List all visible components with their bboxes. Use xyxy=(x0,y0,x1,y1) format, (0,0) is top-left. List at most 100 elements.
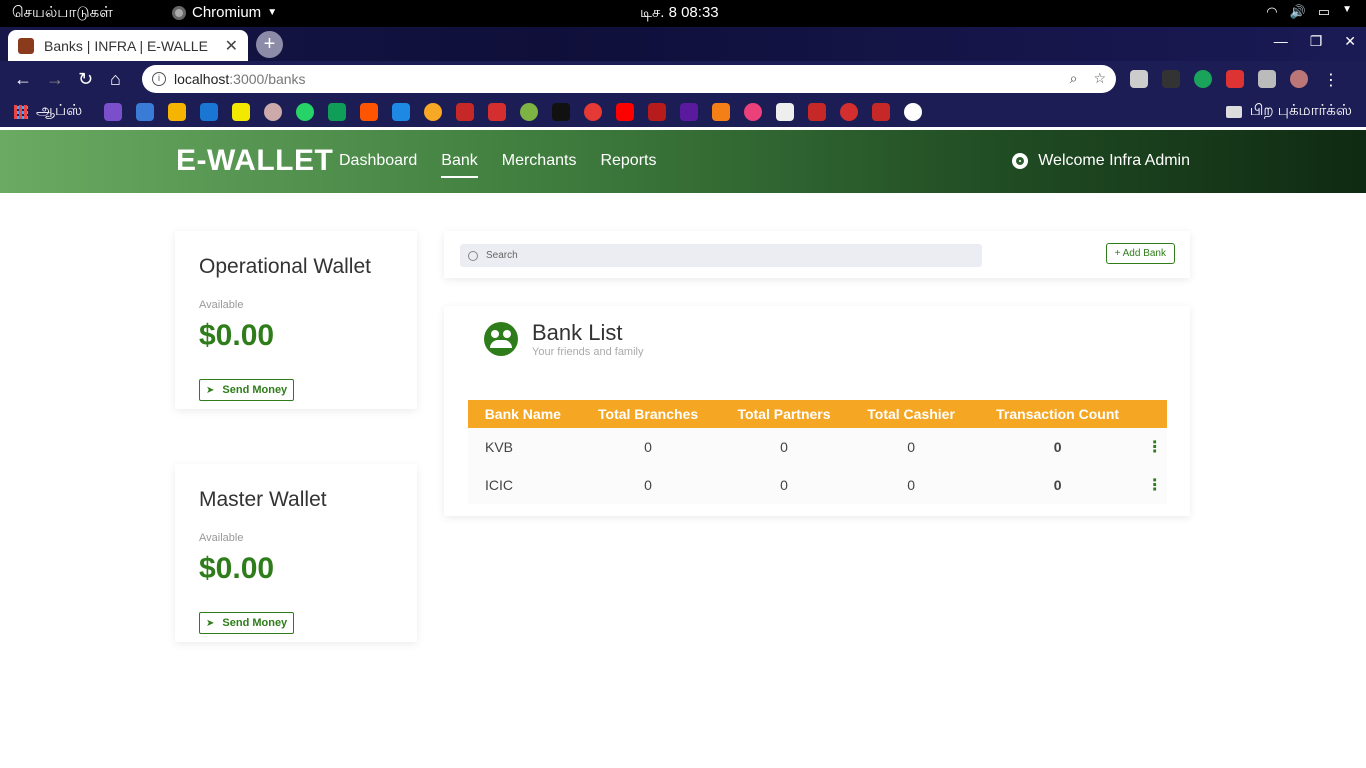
bookmark-icon[interactable] xyxy=(264,103,282,121)
activities-button[interactable]: செயல்பாடுகள் xyxy=(12,4,113,23)
close-tab-icon[interactable]: ✕ xyxy=(225,36,238,56)
home-icon[interactable]: ⌂ xyxy=(110,69,121,90)
soundcloud-icon[interactable] xyxy=(360,103,378,121)
bookmark-icon[interactable] xyxy=(776,103,794,121)
user-menu[interactable]: Welcome Infra Admin xyxy=(1012,152,1190,170)
apps-shortcut[interactable]: ஆப்ஸ் xyxy=(14,102,82,121)
more-vert-icon[interactable]: ⋮ xyxy=(1147,440,1163,456)
table-row[interactable]: ICIC 0 0 0 0 ⋮ xyxy=(468,466,1167,504)
bank-name: KVB xyxy=(485,439,514,455)
extension-icons: ⋮ xyxy=(1130,70,1340,89)
bookmark-icon[interactable] xyxy=(552,103,570,121)
total-partners: 0 xyxy=(780,439,788,455)
bookmark-icon[interactable] xyxy=(808,103,826,121)
available-label: Available xyxy=(199,532,244,544)
bookmark-icon[interactable] xyxy=(456,103,474,121)
send-money-button[interactable]: ➤ Send Money xyxy=(199,379,295,401)
minimize-icon[interactable]: — xyxy=(1274,33,1288,50)
col-total-branches[interactable]: Total Branches xyxy=(577,400,719,428)
bookmark-icon[interactable] xyxy=(136,103,154,121)
bookmark-icon[interactable] xyxy=(104,103,122,121)
profile-avatar[interactable] xyxy=(1290,70,1308,88)
table-header-row: Bank Name Total Branches Total Partners … xyxy=(468,400,1167,428)
bookmark-icon[interactable] xyxy=(392,103,410,121)
bookmark-icon[interactable] xyxy=(200,103,218,121)
wallet-title: Master Wallet xyxy=(199,488,327,511)
zoom-icon[interactable]: ⌕ xyxy=(1070,70,1078,87)
back-icon[interactable]: ← xyxy=(14,69,32,90)
extension-icon[interactable] xyxy=(1130,70,1148,88)
forward-icon[interactable]: → xyxy=(46,69,64,90)
app-menu[interactable]: Chromium ▼ xyxy=(172,4,277,21)
bookmark-icon[interactable] xyxy=(520,103,538,121)
bookmark-icon[interactable] xyxy=(232,103,250,121)
bookmark-icon[interactable] xyxy=(328,103,346,121)
whatsapp-icon[interactable] xyxy=(296,103,314,121)
add-bank-button[interactable]: + Add Bank xyxy=(1105,243,1175,264)
netflix-icon[interactable] xyxy=(648,103,666,121)
table-row[interactable]: KVB 0 0 0 0 ⋮ xyxy=(468,428,1167,466)
address-bar[interactable]: i localhost:3000/banks ⌕ ☆ xyxy=(142,65,1116,93)
wallet-title: Operational Wallet xyxy=(199,255,371,278)
youtube-icon[interactable] xyxy=(616,103,634,121)
clock[interactable]: டிச. 8 08:33 xyxy=(640,4,719,23)
col-total-cashier[interactable]: Total Cashier xyxy=(849,400,973,428)
reload-icon[interactable]: ↻ xyxy=(78,69,93,90)
nav-merchants[interactable]: Merchants xyxy=(502,152,577,178)
nav-dashboard[interactable]: Dashboard xyxy=(339,152,417,178)
grammarly-icon[interactable] xyxy=(1194,70,1212,88)
tab-title: Banks | INFRA | E-WALLE xyxy=(44,37,208,54)
app-header: E-WALLET Dashboard Bank Merchants Report… xyxy=(0,130,1366,193)
bookmark-icon[interactable] xyxy=(744,103,762,121)
system-tray[interactable]: ◠ 🔊 ▭ ▼ xyxy=(1266,4,1352,20)
brand-logo[interactable]: E-WALLET xyxy=(176,144,333,178)
chevron-down-icon: ▼ xyxy=(1342,4,1352,15)
send-icon: ➤ xyxy=(206,384,215,396)
other-bookmarks[interactable]: பிற புக்மார்க்ஸ் xyxy=(1225,102,1352,121)
bookmark-icon[interactable] xyxy=(488,103,506,121)
chromium-icon xyxy=(172,5,186,20)
new-tab-button[interactable]: + xyxy=(256,31,283,58)
chevron-down-icon: ▼ xyxy=(267,7,278,18)
people-icon xyxy=(484,322,518,356)
bookmark-icon[interactable] xyxy=(872,103,890,121)
info-icon[interactable]: i xyxy=(152,72,166,86)
browser-tab[interactable]: Banks | INFRA | E-WALLE ✕ xyxy=(8,30,248,61)
bank-name: ICIC xyxy=(485,477,513,493)
google-icon[interactable] xyxy=(904,103,922,121)
transaction-count: 0 xyxy=(1053,439,1062,455)
bank-list-subtitle: Your friends and family xyxy=(532,346,644,358)
col-total-partners[interactable]: Total Partners xyxy=(718,400,850,428)
bookmark-icon[interactable] xyxy=(840,103,858,121)
row-actions-cell: ⋮ xyxy=(1143,428,1167,466)
bookmark-icon[interactable] xyxy=(424,103,442,121)
send-icon: ➤ xyxy=(206,617,215,629)
send-money-label: Send Money xyxy=(222,617,288,629)
gear-icon[interactable] xyxy=(1012,153,1029,169)
row-actions-cell: ⋮ xyxy=(1143,466,1167,504)
total-branches: 0 xyxy=(644,439,652,455)
col-bank-name[interactable]: Bank Name xyxy=(468,400,578,428)
nav-bank[interactable]: Bank xyxy=(441,152,478,178)
wifi-icon: ◠ xyxy=(1266,4,1278,19)
col-transaction-count[interactable]: Transaction Count xyxy=(972,400,1143,428)
bookmark-icon[interactable] xyxy=(712,103,730,121)
apps-label: ஆப்ஸ் xyxy=(36,102,83,119)
operational-wallet-card: Operational Wallet Available $0.00 ➤ Sen… xyxy=(175,231,417,409)
bookmark-icon[interactable] xyxy=(168,103,186,121)
bookmark-icon[interactable] xyxy=(584,103,602,121)
restore-icon[interactable]: ❐ xyxy=(1310,33,1323,50)
nav-reports[interactable]: Reports xyxy=(600,152,656,178)
send-money-button[interactable]: ➤ Send Money xyxy=(199,612,295,634)
bookmark-icons xyxy=(104,103,922,121)
extension-icon[interactable] xyxy=(1162,70,1180,88)
more-vert-icon[interactable]: ⋮ xyxy=(1147,478,1163,494)
search-input[interactable]: Search xyxy=(460,244,982,267)
menu-icon[interactable]: ⋮ xyxy=(1322,70,1340,89)
voot-icon[interactable] xyxy=(680,103,698,121)
camera-icon[interactable] xyxy=(1258,70,1276,88)
wallet-balance: $0.00 xyxy=(199,552,275,585)
extension-icon[interactable] xyxy=(1226,70,1244,88)
close-window-icon[interactable]: ✕ xyxy=(1344,33,1356,50)
bookmark-star-icon[interactable]: ☆ xyxy=(1093,70,1106,87)
